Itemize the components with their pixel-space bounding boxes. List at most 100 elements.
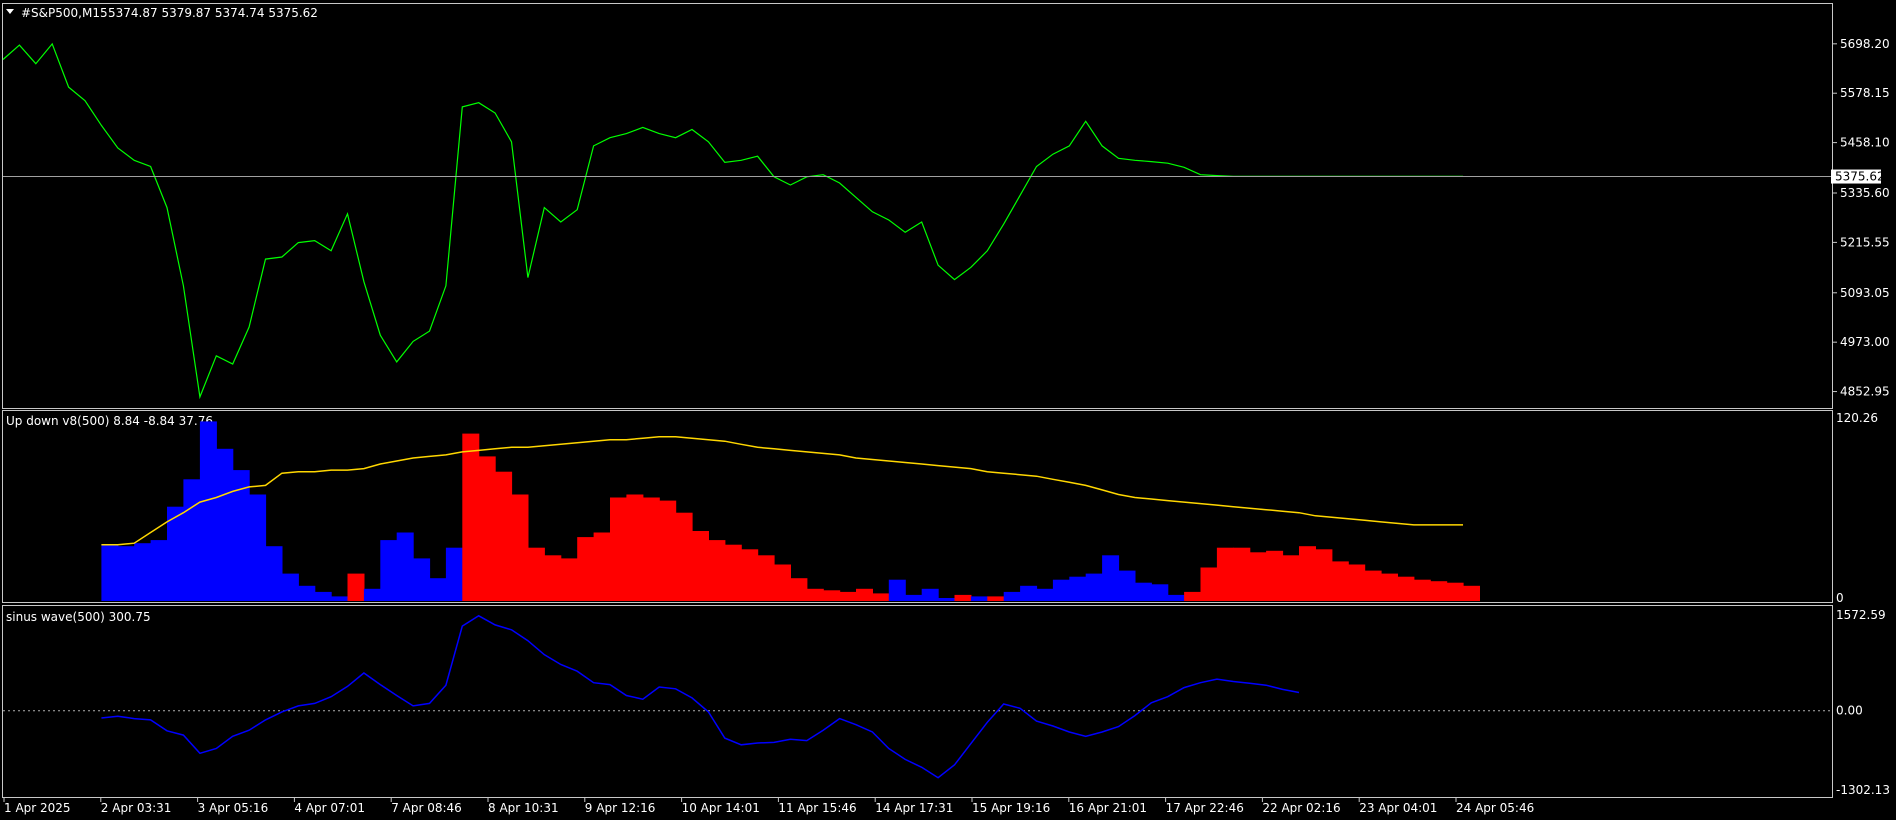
updown-bar <box>249 494 267 601</box>
updown-bar <box>298 585 316 601</box>
updown-bar <box>1266 550 1284 601</box>
updown-bar <box>380 540 398 601</box>
updown-bar <box>1020 585 1038 601</box>
updown-bar <box>970 596 988 601</box>
updown-y-tick-label: 0 <box>1836 591 1844 605</box>
updown-bar <box>724 544 742 601</box>
main-y-tick-label: 5335.60 <box>1840 186 1890 200</box>
sinus-indicator-header: sinus wave(500) 300.75 <box>6 610 151 624</box>
updown-y-tick-label: 120.26 <box>1836 411 1878 425</box>
updown-bar <box>905 594 923 601</box>
updown-bar <box>1233 547 1251 601</box>
trading-chart[interactable]: #S&P500,M15 5374.87 5379.87 5374.74 5375… <box>0 0 1896 820</box>
time-tick-label: 15 Apr 19:16 <box>972 801 1050 815</box>
updown-bar <box>183 479 201 601</box>
updown-bar <box>216 448 234 601</box>
time-tick-label: 3 Apr 05:16 <box>198 801 269 815</box>
updown-bar <box>560 558 578 601</box>
updown-bar <box>478 456 496 601</box>
updown-bar <box>823 590 841 601</box>
updown-indicator-header: Up down v8(500) 8.84 -8.84 37.76 <box>6 414 213 428</box>
time-tick-label: 1 Apr 2025 <box>4 801 71 815</box>
updown-bar <box>396 532 414 601</box>
updown-bar <box>1249 552 1267 601</box>
updown-bar <box>363 588 381 601</box>
main-y-tick-label: 4852.95 <box>1840 385 1890 399</box>
sinus-y-tick-label: -1302.13 <box>1836 783 1890 797</box>
updown-bar <box>281 573 299 601</box>
time-tick-label: 22 Apr 02:16 <box>1262 801 1340 815</box>
updown-bar <box>1216 547 1234 601</box>
updown-bar <box>642 497 660 601</box>
updown-bar <box>806 588 824 601</box>
updown-bar <box>839 591 857 601</box>
updown-bar <box>1184 591 1202 601</box>
updown-bar <box>708 540 726 601</box>
updown-bar <box>790 578 808 601</box>
updown-bar <box>757 555 775 601</box>
updown-bar <box>1134 582 1152 601</box>
updown-bar <box>888 579 906 601</box>
updown-bar <box>1102 555 1120 601</box>
updown-bar <box>265 546 283 601</box>
time-tick-label: 8 Apr 10:31 <box>488 801 559 815</box>
updown-bar <box>1167 594 1185 601</box>
main-y-tick-label: 4973.00 <box>1840 335 1890 349</box>
time-tick-label: 11 Apr 15:46 <box>778 801 856 815</box>
updown-bar <box>954 594 972 601</box>
time-tick-label: 2 Apr 03:31 <box>101 801 172 815</box>
time-tick-label: 14 Apr 17:31 <box>875 801 953 815</box>
main-y-tick-label: 5458.10 <box>1840 136 1890 150</box>
updown-bar <box>1299 546 1316 601</box>
updown-bar <box>1036 588 1054 601</box>
updown-bar <box>462 433 480 601</box>
updown-bar <box>1118 570 1136 601</box>
time-tick-label: 24 Apr 05:46 <box>1456 801 1534 815</box>
updown-bar <box>544 555 562 601</box>
time-tick-label: 7 Apr 08:46 <box>391 801 462 815</box>
updown-bar <box>938 598 956 601</box>
updown-bar <box>1200 567 1218 601</box>
updown-bar <box>692 531 709 601</box>
updown-bar <box>199 421 217 601</box>
main-y-tick-label: 5578.15 <box>1840 86 1890 100</box>
updown-bar <box>1003 591 1021 601</box>
ohlc-readout: 5374.87 5379.87 5374.74 5375.62 <box>108 6 318 20</box>
updown-bar <box>495 471 513 601</box>
updown-bar <box>872 593 890 601</box>
updown-bar <box>134 543 152 601</box>
updown-bar <box>774 564 791 601</box>
updown-bar <box>921 588 939 601</box>
symbol-header: #S&P500,M15 <box>21 6 108 20</box>
time-tick-label: 10 Apr 14:01 <box>682 801 760 815</box>
updown-bar <box>1381 573 1398 601</box>
time-tick-label: 9 Apr 12:16 <box>585 801 656 815</box>
updown-bar <box>741 549 759 601</box>
updown-bar <box>117 546 135 601</box>
updown-bar <box>577 537 595 601</box>
updown-bar <box>593 532 611 601</box>
updown-bar <box>331 596 349 601</box>
updown-bar <box>150 540 168 601</box>
updown-bar <box>1331 561 1349 601</box>
sinus-y-tick-label: 1572.59 <box>1836 608 1886 622</box>
updown-bar <box>659 500 677 601</box>
updown-bar <box>1069 576 1087 601</box>
updown-bar <box>1085 573 1103 601</box>
updown-bar <box>987 596 1005 601</box>
updown-bar <box>1315 549 1333 601</box>
updown-bar <box>101 544 119 601</box>
updown-bar <box>511 494 529 601</box>
time-tick-label: 17 Apr 22:46 <box>1166 801 1244 815</box>
updown-bar <box>429 578 447 601</box>
updown-bar <box>527 547 545 601</box>
updown-bar <box>314 591 332 601</box>
updown-bar <box>1430 581 1448 601</box>
updown-bar <box>445 547 463 601</box>
updown-bar <box>1364 570 1382 601</box>
main-y-tick-label: 5093.05 <box>1840 286 1890 300</box>
sinus-y-tick-label: 0.00 <box>1836 704 1863 718</box>
updown-bar <box>1282 555 1300 601</box>
updown-bar <box>347 573 365 601</box>
time-tick-label: 23 Apr 04:01 <box>1359 801 1437 815</box>
